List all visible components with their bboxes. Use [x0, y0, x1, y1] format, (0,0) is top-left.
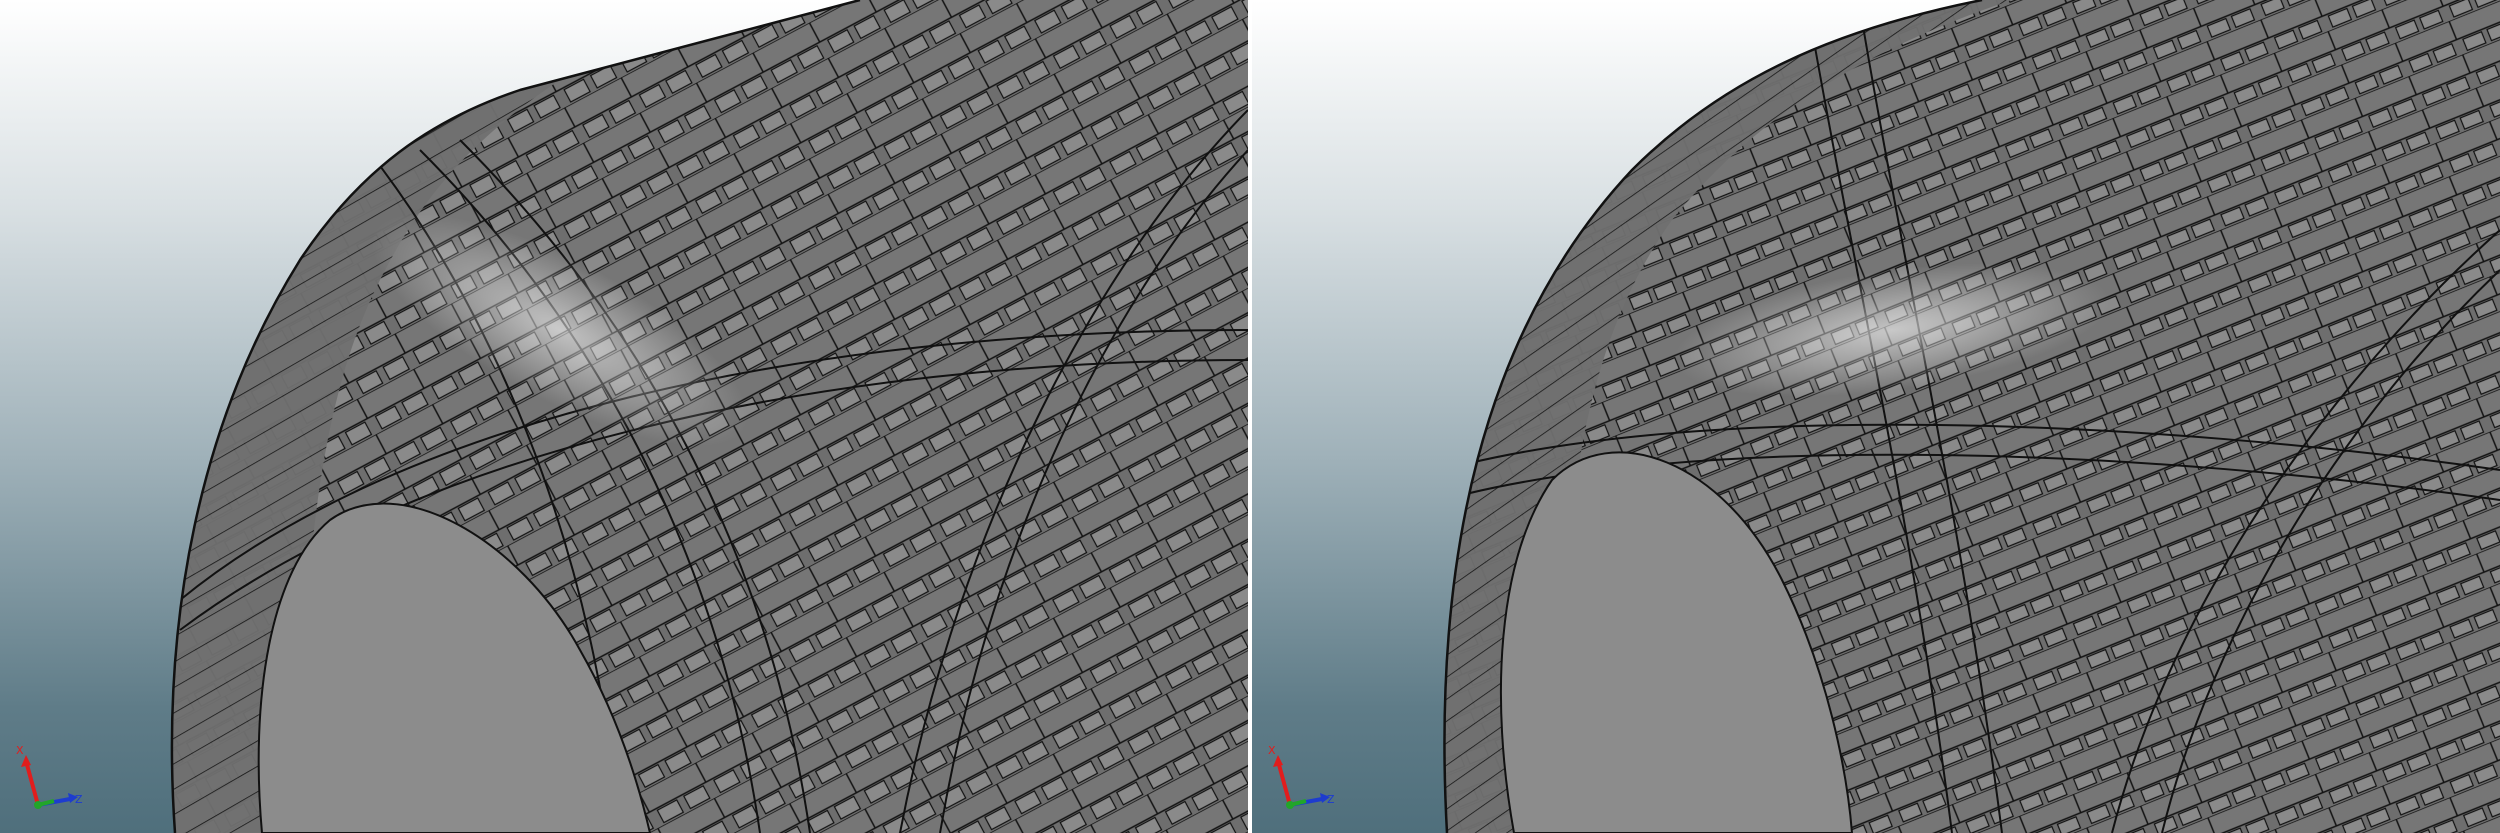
x-axis-label: X [16, 744, 24, 757]
braided-mandrel-model-right[interactable] [1252, 0, 2500, 833]
dual-viewport-window: X Z X Z [0, 0, 2500, 833]
viewport-right[interactable]: X Z [1252, 0, 2500, 833]
axis-triad-left: X Z [8, 741, 98, 821]
x-axis-label: X [1268, 744, 1276, 757]
braided-mandrel-model-left[interactable] [0, 0, 1248, 833]
z-axis-label: Z [75, 793, 83, 806]
axis-triad-right: X Z [1260, 741, 1350, 821]
viewport-left[interactable]: X Z [0, 0, 1248, 833]
z-axis-label: Z [1327, 793, 1335, 806]
